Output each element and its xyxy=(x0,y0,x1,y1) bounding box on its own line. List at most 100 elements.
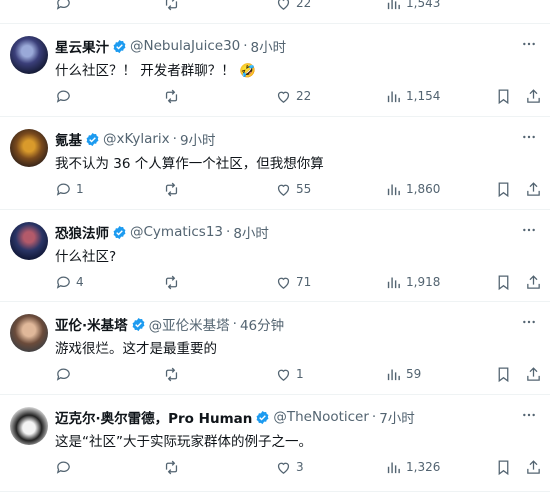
user-handle[interactable]: @TheNooticer xyxy=(273,409,369,425)
avatar[interactable] xyxy=(10,314,48,352)
post-header: 迈克尔·奥尔雷德，Pro Human @TheNooticer · 7小时 xyxy=(55,407,415,427)
bookmark-button[interactable] xyxy=(495,179,512,199)
bar-chart-icon xyxy=(387,91,400,102)
more-options-button[interactable] xyxy=(520,222,538,238)
like-button[interactable]: 22 xyxy=(275,0,311,13)
verified-badge-icon xyxy=(86,132,99,146)
reply-post[interactable]: 迈克尔·奥尔雷德，Pro Human @TheNooticer · 7小时 这是… xyxy=(0,395,550,492)
reply-button[interactable] xyxy=(55,457,76,477)
repost-button[interactable] xyxy=(163,457,184,477)
views-button[interactable]: 1,154 xyxy=(385,86,440,106)
like-button[interactable]: 1 xyxy=(275,364,304,384)
more-dots-icon xyxy=(523,42,535,46)
share-button[interactable] xyxy=(525,364,542,384)
post-text: 什么社区？！ 开发者群聊？！ 🤣 xyxy=(55,63,256,79)
like-button[interactable]: 22 xyxy=(275,86,311,106)
verified-badge-icon xyxy=(256,410,269,424)
reply-post[interactable]: 恐狼法师 @Cymatics13 · 8小时 什么社区? 4 71 1,918 xyxy=(0,210,550,302)
bookmark-icon xyxy=(498,459,509,475)
like-count: 1 xyxy=(296,367,304,381)
post-actions: 1 55 1,860 xyxy=(55,179,550,199)
reply-button[interactable]: 4 xyxy=(55,272,84,292)
share-button[interactable] xyxy=(525,272,542,292)
reply-post[interactable]: 星云果汁 @NebulaJuice30 · 8小时 什么社区？！ 开发者群聊？！… xyxy=(0,24,550,117)
bookmark-icon xyxy=(498,181,509,197)
share-icon xyxy=(527,181,540,196)
like-button[interactable]: 71 xyxy=(275,272,311,292)
views-button[interactable]: 1,543 xyxy=(385,0,440,13)
reply-button[interactable]: 1 xyxy=(55,179,84,199)
view-count: 1,543 xyxy=(406,0,441,10)
like-button[interactable]: 3 xyxy=(275,457,304,477)
share-button[interactable] xyxy=(525,457,542,477)
post-header: 恐狼法师 @Cymatics13 · 8小时 xyxy=(55,222,269,242)
user-handle[interactable]: @Cymatics13 xyxy=(130,224,223,240)
avatar[interactable] xyxy=(10,407,48,445)
bar-chart-icon xyxy=(387,184,400,195)
avatar[interactable] xyxy=(10,129,48,167)
heart-icon xyxy=(277,91,290,103)
avatar[interactable] xyxy=(10,222,48,260)
display-name[interactable]: 氪基 xyxy=(55,129,82,149)
post-time[interactable]: 8小时 xyxy=(233,222,269,242)
post-header: 氪基 @xKylarix · 9小时 xyxy=(55,129,216,149)
repost-icon xyxy=(165,460,178,474)
post-actions: 4 71 1,918 xyxy=(55,272,550,292)
view-count: 59 xyxy=(406,367,422,381)
display-name[interactable]: 星云果汁 xyxy=(55,36,109,56)
more-options-button[interactable] xyxy=(520,129,538,145)
like-button[interactable]: 55 xyxy=(275,179,311,199)
bookmark-button[interactable] xyxy=(495,364,512,384)
more-dots-icon xyxy=(523,228,535,232)
more-options-button[interactable] xyxy=(520,407,538,423)
post-time[interactable]: 7小时 xyxy=(379,407,415,427)
reply-button[interactable] xyxy=(55,86,76,106)
view-count: 1,326 xyxy=(406,460,441,474)
display-name[interactable]: 迈克尔·奥尔雷德，Pro Human xyxy=(55,407,252,427)
bookmark-button[interactable] xyxy=(495,86,512,106)
display-name[interactable]: 亚伦·米基塔 xyxy=(55,314,128,334)
avatar[interactable] xyxy=(10,36,48,74)
post-actions: 22 1,154 xyxy=(55,86,550,106)
post-time[interactable]: 46分钟 xyxy=(240,314,284,334)
repost-button[interactable] xyxy=(163,272,184,292)
share-button[interactable] xyxy=(525,86,542,106)
post-text: 这是“社区”大于实际玩家群体的例子之一。 xyxy=(55,434,312,450)
views-button[interactable]: 1,326 xyxy=(385,457,440,477)
more-options-button[interactable] xyxy=(520,314,538,330)
repost-icon xyxy=(165,367,178,381)
share-icon xyxy=(527,366,540,381)
share-icon xyxy=(527,459,540,474)
reply-icon xyxy=(56,368,70,381)
bookmark-button[interactable] xyxy=(495,457,512,477)
user-handle[interactable]: @xKylarix xyxy=(103,131,170,147)
views-button[interactable]: 59 xyxy=(385,364,421,384)
views-button[interactable]: 1,860 xyxy=(385,179,440,199)
post-text: 我不认为 36 个人算作一个社区，但我想你算 xyxy=(55,156,324,172)
reply-post[interactable]: 氪基 @xKylarix · 9小时 我不认为 36 个人算作一个社区，但我想你… xyxy=(0,117,550,210)
share-button[interactable] xyxy=(525,179,542,199)
reply-icon xyxy=(56,461,70,474)
repost-icon xyxy=(165,182,178,196)
reply-post[interactable]: 亚伦·米基塔 @亚伦米基塔 · 46分钟 游戏很烂。这才是最重要的 1 59 xyxy=(0,302,550,395)
verified-badge-icon xyxy=(113,225,126,239)
repost-button[interactable] xyxy=(163,364,184,384)
user-handle[interactable]: @亚伦米基塔 xyxy=(149,314,230,334)
like-count: 71 xyxy=(296,275,312,289)
user-handle[interactable]: @NebulaJuice30 xyxy=(130,38,240,54)
repost-button[interactable] xyxy=(163,179,184,199)
reply-button[interactable] xyxy=(55,364,76,384)
reply-button[interactable] xyxy=(55,0,72,13)
bookmark-button[interactable] xyxy=(495,272,512,292)
views-button[interactable]: 1,918 xyxy=(385,272,440,292)
repost-button[interactable] xyxy=(163,86,184,106)
bar-chart-icon xyxy=(387,369,400,380)
separator-dot: · xyxy=(226,224,231,240)
more-dots-icon xyxy=(523,135,535,139)
post-time[interactable]: 9小时 xyxy=(180,129,216,149)
repost-button[interactable] xyxy=(163,0,180,13)
display-name[interactable]: 恐狼法师 xyxy=(55,222,109,242)
heart-icon xyxy=(277,369,290,381)
post-time[interactable]: 8小时 xyxy=(251,36,287,56)
more-options-button[interactable] xyxy=(520,36,538,52)
